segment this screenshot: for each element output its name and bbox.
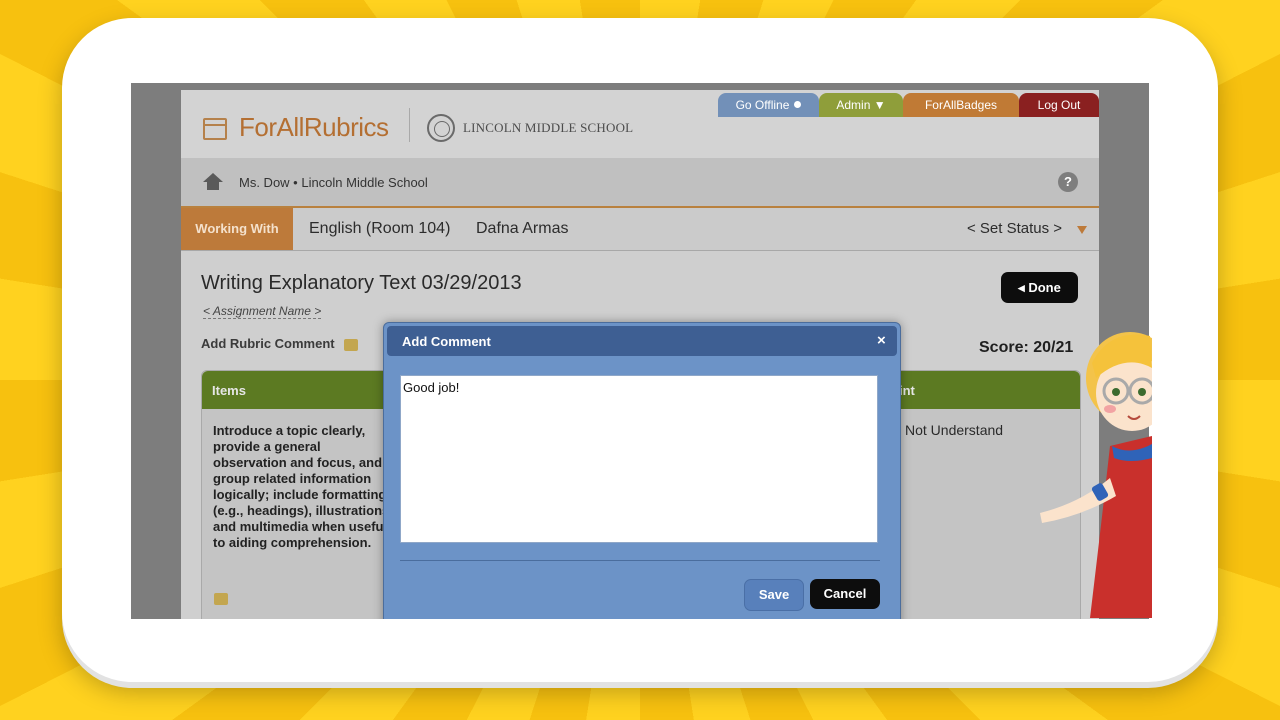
app-screen: ForAllRubrics LINCOLN MIDDLE SCHOOL Go O…	[131, 83, 1149, 619]
chevron-down-icon[interactable]	[1077, 226, 1087, 234]
go-offline-tab[interactable]: Go Offline	[718, 93, 819, 117]
rubric-level-cell[interactable]: Not Understand	[905, 422, 1003, 438]
save-button[interactable]: Save	[744, 579, 804, 611]
point-column-header: int	[899, 383, 915, 398]
mascot-illustration	[1030, 318, 1152, 618]
app-window: ForAllRubrics LINCOLN MIDDLE SCHOOL Go O…	[181, 90, 1099, 619]
context-bar: Working With English (Room 104) Dafna Ar…	[181, 208, 1099, 251]
working-with-label: Working With	[181, 208, 293, 250]
school-name: LINCOLN MIDDLE SCHOOL	[463, 120, 634, 135]
close-icon[interactable]: ×	[877, 332, 886, 349]
breadcrumb: Ms. Dow • Lincoln Middle School ?	[181, 158, 1099, 208]
go-offline-label: Go Offline	[735, 98, 790, 112]
forallbadges-tab[interactable]: ForAllBadges	[903, 93, 1019, 117]
class-selector[interactable]: English (Room 104)	[309, 220, 450, 238]
status-dot-icon	[794, 101, 802, 108]
add-rubric-comment-link[interactable]: Add Rubric Comment	[201, 336, 335, 351]
comment-icon[interactable]	[344, 339, 358, 351]
calendar-icon	[203, 118, 227, 140]
dialog-header: Add Comment ×	[387, 326, 897, 356]
items-column-header: Items	[212, 383, 246, 398]
log-out-tab[interactable]: Log Out	[1019, 93, 1099, 117]
add-comment-dialog: Add Comment × Good job! Save Cancel	[383, 322, 901, 619]
home-icon[interactable]	[203, 173, 223, 190]
cancel-button[interactable]: Cancel	[810, 579, 880, 609]
app-logo: ForAllRubrics	[239, 112, 389, 142]
dialog-divider	[400, 560, 880, 561]
item-comment-icon[interactable]	[214, 593, 228, 605]
done-button[interactable]: ◂ Done	[1001, 272, 1078, 303]
top-nav: Go Offline Admin ▼ ForAllBadges Log Out	[718, 93, 1099, 117]
page-title: Writing Explanatory Text 03/29/2013	[201, 272, 522, 294]
school-seal-icon	[427, 114, 455, 142]
logo-divider	[409, 108, 410, 142]
comment-textarea[interactable]: Good job!	[400, 375, 878, 543]
dialog-title: Add Comment	[402, 334, 491, 349]
help-icon[interactable]: ?	[1058, 172, 1078, 192]
logo-bar: ForAllRubrics LINCOLN MIDDLE SCHOOL Go O…	[181, 90, 1099, 158]
rubric-item-text: Introduce a topic clearly, provide a gen…	[213, 423, 393, 550]
assignment-name-field[interactable]: < Assignment Name >	[203, 304, 322, 319]
admin-menu-tab[interactable]: Admin ▼	[819, 93, 903, 117]
breadcrumb-text[interactable]: Ms. Dow • Lincoln Middle School	[239, 175, 428, 190]
set-status-button[interactable]: < Set Status >	[967, 220, 1062, 237]
student-selector[interactable]: Dafna Armas	[476, 220, 568, 238]
done-label: Done	[1028, 280, 1061, 295]
